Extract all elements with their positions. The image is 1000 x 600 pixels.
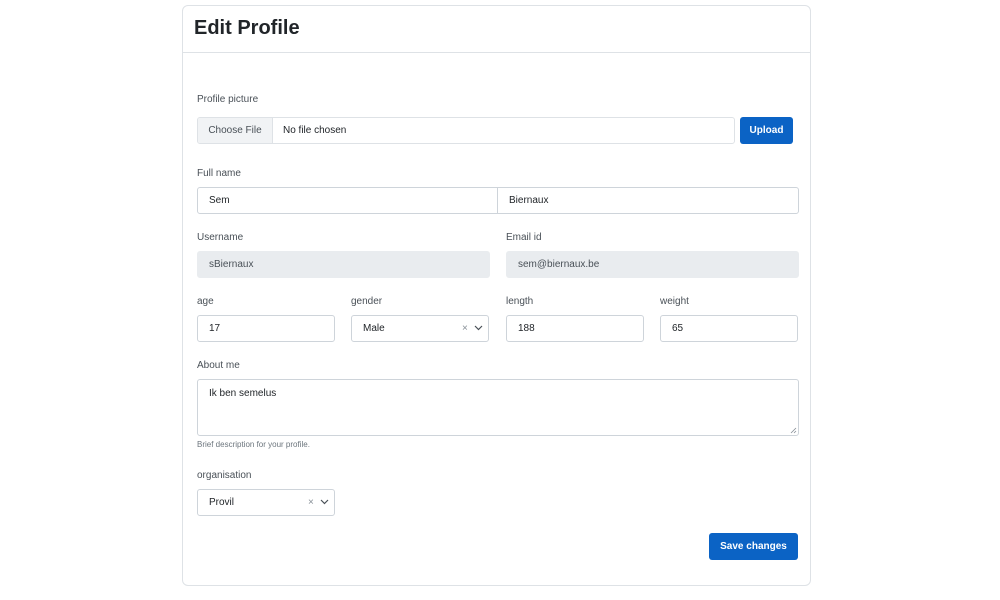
email-field: sem@biernaux.be: [506, 251, 799, 278]
first-name-input[interactable]: Sem: [197, 187, 498, 214]
file-input[interactable]: Choose File No file chosen: [197, 117, 735, 144]
edit-profile-card: Edit Profile Profile picture Choose File…: [182, 5, 811, 586]
organisation-select[interactable]: Provil ×: [197, 489, 335, 516]
upload-button[interactable]: Upload: [740, 117, 793, 144]
about-me-textarea[interactable]: Ik ben semelus: [197, 379, 799, 436]
choose-file-button[interactable]: Choose File: [198, 118, 273, 143]
length-input[interactable]: 188: [506, 315, 644, 342]
file-status: No file chosen: [283, 125, 347, 136]
organisation-label: organisation: [197, 470, 252, 481]
gender-select[interactable]: Male ×: [351, 315, 489, 342]
gender-value: Male: [363, 323, 385, 334]
save-changes-button[interactable]: Save changes: [709, 533, 798, 560]
chevron-down-icon[interactable]: [474, 325, 483, 331]
length-label: length: [506, 296, 534, 307]
about-me-value: Ik ben semelus: [209, 388, 277, 399]
page-title: Edit Profile: [194, 17, 300, 39]
email-label: Email id: [506, 232, 542, 243]
username-field: sBiernaux: [197, 251, 490, 278]
about-me-label: About me: [197, 360, 240, 371]
about-me-help: Brief description for your profile.: [197, 440, 310, 449]
gender-label: gender: [351, 296, 383, 307]
chevron-down-icon[interactable]: [320, 499, 329, 505]
weight-label: weight: [660, 296, 689, 307]
clear-icon[interactable]: ×: [462, 323, 468, 334]
resize-handle-icon[interactable]: [790, 427, 797, 434]
profile-picture-label: Profile picture: [197, 94, 259, 105]
age-input[interactable]: 17: [197, 315, 335, 342]
clear-icon[interactable]: ×: [308, 497, 314, 508]
username-label: Username: [197, 232, 244, 243]
weight-input[interactable]: 65: [660, 315, 798, 342]
last-name-input[interactable]: Biernaux: [497, 187, 799, 214]
organisation-value: Provil: [209, 497, 235, 508]
age-label: age: [197, 296, 214, 307]
full-name-label: Full name: [197, 168, 241, 179]
card-header: Edit Profile: [183, 6, 810, 53]
